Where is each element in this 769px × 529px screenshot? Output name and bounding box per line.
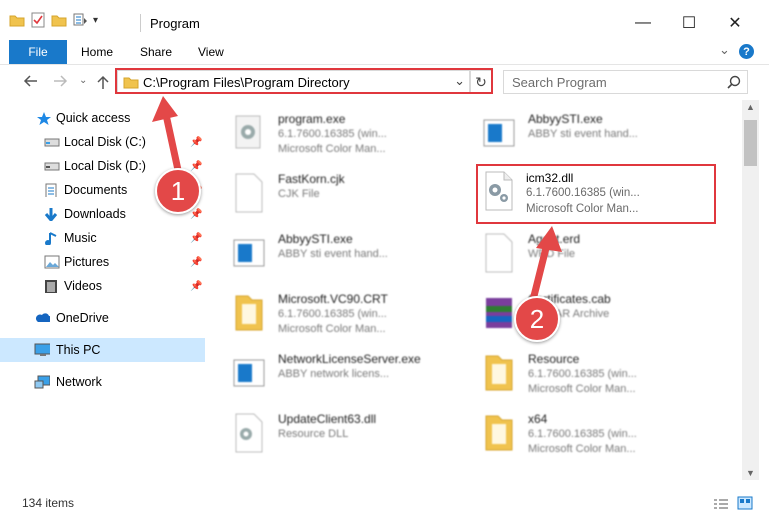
item-count: 134 items xyxy=(22,496,75,510)
status-bar: 134 items xyxy=(0,490,769,516)
annotation-layer xyxy=(152,96,562,304)
details-view-icon[interactable] xyxy=(713,498,729,510)
arrow-1 xyxy=(161,106,182,174)
step-badge-2: 2 xyxy=(514,296,560,342)
step-badge-1: 1 xyxy=(155,168,201,214)
arrowhead-2-icon xyxy=(536,226,562,252)
arrowhead-1-icon xyxy=(152,96,178,122)
large-icons-view-icon[interactable] xyxy=(737,496,753,510)
